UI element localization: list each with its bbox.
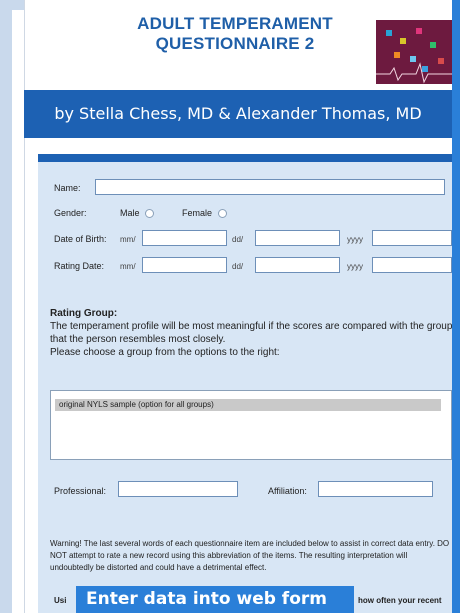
- pulse-line-icon: [376, 62, 460, 84]
- instructions-partial-left: Usi: [54, 596, 67, 605]
- rating-group-description: The temperament profile will be most mea…: [50, 320, 454, 359]
- left-strip: [0, 0, 12, 613]
- byline-text: by Stella Chess, MD & Alexander Thomas, …: [54, 104, 422, 123]
- rating-yyyy-label: yyyy: [347, 262, 363, 271]
- dob-year-input[interactable]: [372, 230, 452, 246]
- name-input[interactable]: [95, 179, 445, 195]
- logo-image: [376, 20, 460, 84]
- rating-group-title: Rating Group:: [50, 308, 118, 319]
- warning-text: Warning! The last several words of each …: [50, 539, 450, 572]
- rating-month-input[interactable]: [142, 257, 227, 273]
- professional-input[interactable]: [118, 481, 238, 497]
- dob-month-input[interactable]: [142, 230, 227, 246]
- dob-label: Date of Birth:: [54, 234, 107, 244]
- title-line-1: ADULT TEMPERAMENT: [137, 14, 333, 33]
- right-accent-bar: [452, 0, 460, 613]
- rating-day-input[interactable]: [255, 257, 340, 273]
- caption-banner: Enter data into web form: [76, 586, 354, 613]
- rating-group-listbox[interactable]: original NYLS sample (option for all gro…: [50, 390, 452, 460]
- panel-divider: [38, 154, 452, 162]
- dob-dd-label: dd/: [232, 235, 244, 244]
- rating-date-label: Rating Date:: [54, 261, 105, 271]
- dob-mm-label: mm/: [120, 235, 136, 244]
- instructions-partial-right: how often your recent: [358, 596, 442, 605]
- rating-dd-label: dd/: [232, 262, 244, 271]
- rating-year-input[interactable]: [372, 257, 452, 273]
- affiliation-label: Affiliation:: [268, 486, 307, 496]
- professional-label: Professional:: [54, 486, 107, 496]
- page-title: ADULT TEMPERAMENT QUESTIONNAIRE 2: [130, 14, 340, 54]
- rating-mm-label: mm/: [120, 262, 136, 271]
- gender-male-radio[interactable]: [145, 209, 154, 218]
- byline-banner: by Stella Chess, MD & Alexander Thomas, …: [24, 90, 452, 138]
- affiliation-input[interactable]: [318, 481, 433, 497]
- name-label: Name:: [54, 183, 81, 193]
- dob-yyyy-label: yyyy: [347, 235, 363, 244]
- title-line-2: QUESTIONNAIRE 2: [155, 34, 315, 53]
- gender-female-label: Female: [182, 208, 213, 218]
- gender-label: Gender:: [54, 208, 87, 218]
- dob-day-input[interactable]: [255, 230, 340, 246]
- rating-group-instruction: Please choose a group from the options t…: [50, 347, 280, 358]
- group-option-selected[interactable]: original NYLS sample (option for all gro…: [55, 399, 441, 411]
- gender-male-label: Male: [120, 208, 140, 218]
- rating-group-text: The temperament profile will be most mea…: [50, 321, 453, 345]
- gender-female-radio[interactable]: [218, 209, 227, 218]
